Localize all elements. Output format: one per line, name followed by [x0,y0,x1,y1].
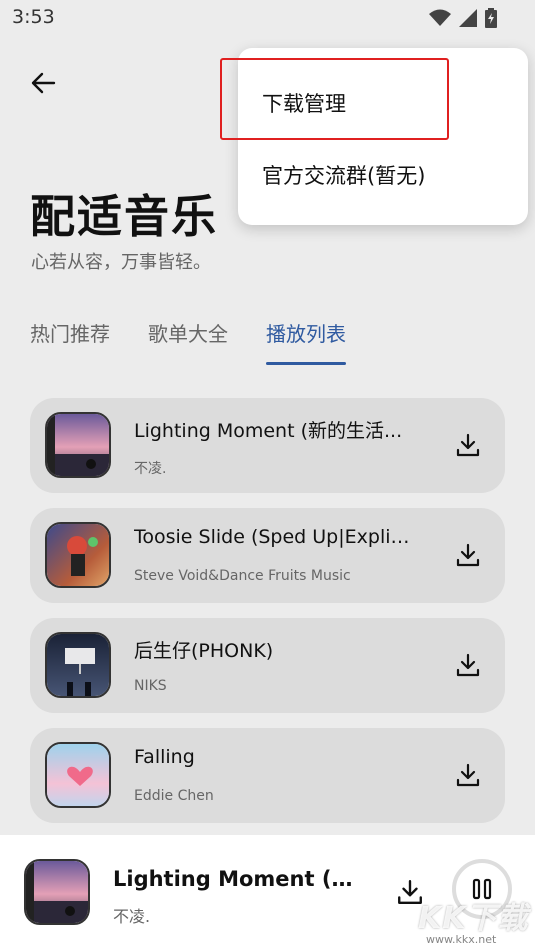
song-card[interactable]: Lighting Moment (新的生活... 不凌. [30,398,505,493]
menu-item-download-manager[interactable]: 下载管理 [262,88,346,118]
status-bar: 3:53 [0,0,535,38]
tab-hot-recommend[interactable]: 热门推荐 [30,318,110,365]
mini-player[interactable]: Lighting Moment (新... 不凌. [0,835,535,951]
status-icons [429,8,497,28]
download-icon[interactable] [455,762,481,788]
song-card[interactable]: Toosie Slide (Sped Up|Explic... Steve Vo… [30,508,505,603]
download-icon[interactable] [396,878,424,906]
menu-item-official-group[interactable]: 官方交流群(暂无) [262,160,425,190]
song-title: Toosie Slide (Sped Up|Explic... [134,526,414,548]
battery-icon [485,8,497,28]
song-artist: Steve Void&Dance Fruits Music [134,568,351,584]
signal-icon [459,9,477,27]
download-icon[interactable] [455,652,481,678]
page-title: 配适音乐 [30,190,219,243]
song-artist: 不凌. [134,461,167,477]
player-album-cover [24,859,90,925]
song-title: 后生仔(PHONK) [134,640,274,662]
tab-bar: 热门推荐 歌单大全 播放列表 [30,318,346,365]
song-card[interactable]: 后生仔(PHONK) NIKS [30,618,505,713]
tab-playlists[interactable]: 歌单大全 [148,318,228,365]
album-cover [45,742,111,808]
album-cover [45,522,111,588]
song-title: Falling [134,746,195,768]
download-icon[interactable] [455,432,481,458]
player-song-artist: 不凌. [113,907,151,926]
pause-button[interactable] [452,859,512,919]
pause-icon [472,878,492,900]
overflow-menu: 下载管理 官方交流群(暂无) [238,48,528,225]
song-artist: NIKS [134,678,167,694]
tab-play-queue[interactable]: 播放列表 [266,318,346,365]
back-button[interactable] [26,66,60,100]
status-time: 3:53 [12,6,55,28]
download-icon[interactable] [455,542,481,568]
player-song-title: Lighting Moment (新... [113,867,363,891]
album-cover [45,632,111,698]
song-card[interactable]: Falling Eddie Chen [30,728,505,823]
song-title: Lighting Moment (新的生活... [134,420,403,442]
song-list: Lighting Moment (新的生活... 不凌. Toosie Slid… [30,398,505,838]
album-cover [45,412,111,478]
arrow-left-icon [31,72,56,94]
page-subtitle: 心若从容，万事皆轻。 [31,252,211,273]
wifi-icon [429,9,451,26]
song-artist: Eddie Chen [134,788,214,804]
